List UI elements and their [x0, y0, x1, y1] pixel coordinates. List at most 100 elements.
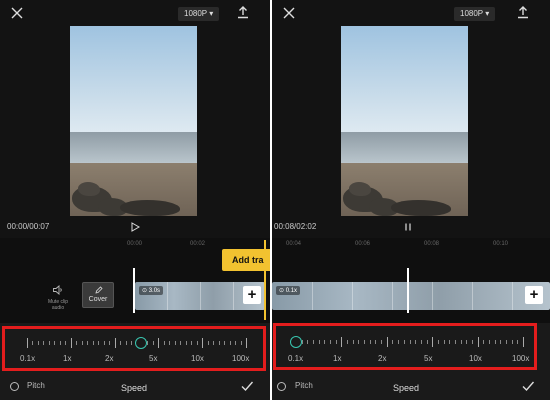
- resolution-button[interactable]: 1080P ▾: [454, 7, 496, 21]
- mute-clip-label: audio: [51, 305, 65, 311]
- add-clip-button[interactable]: +: [525, 286, 543, 304]
- slider-tick: [313, 340, 314, 344]
- video-preview[interactable]: [341, 26, 468, 216]
- ruler-mark: 00:02: [190, 241, 206, 247]
- slider-tick: [517, 340, 518, 344]
- speaker-icon[interactable]: [52, 284, 64, 296]
- slider-tick: [235, 341, 236, 345]
- ruler-mark: 00:06: [355, 241, 371, 247]
- speed-slider-knob[interactable]: [290, 336, 302, 348]
- top-bar: 1080P ▾: [0, 0, 270, 28]
- slider-tick: [164, 341, 165, 345]
- speed-label: 5x: [149, 354, 158, 363]
- cover-label: Cover: [88, 296, 108, 303]
- pause-icon[interactable]: [403, 222, 413, 232]
- resolution-button[interactable]: 1080P ▾: [178, 7, 220, 21]
- speed-slider-knob[interactable]: [135, 337, 147, 349]
- speed-label: 0.1x: [20, 354, 36, 363]
- speed-label: 1x: [333, 354, 342, 363]
- slider-tick: [523, 337, 524, 347]
- pencil-icon: [94, 286, 103, 294]
- video-clip[interactable]: ⊙ 0.1x: [272, 282, 550, 310]
- close-icon[interactable]: [10, 6, 24, 20]
- speed-label: 100x: [512, 354, 530, 363]
- checkmark-icon[interactable]: [240, 379, 254, 393]
- editor-panel-left: 1080P ▾ 00:00/00:07 00:00 00:02 Mute cli…: [0, 0, 270, 400]
- slider-tick: [76, 341, 77, 345]
- slider-tick: [427, 340, 428, 344]
- pitch-label[interactable]: Pitch: [27, 381, 45, 390]
- speed-label: 0.1x: [288, 354, 304, 363]
- pitch-label[interactable]: Pitch: [295, 381, 313, 390]
- slider-tick: [324, 340, 325, 344]
- radio-circle-icon[interactable]: [10, 382, 19, 391]
- slider-tick: [478, 337, 479, 347]
- slider-tick: [32, 341, 33, 345]
- timeline[interactable]: [272, 238, 550, 323]
- slider-tick: [438, 340, 439, 344]
- slider-tick: [353, 340, 354, 344]
- play-icon[interactable]: [130, 222, 140, 232]
- ruler-mark: 00:00: [127, 241, 143, 247]
- slider-tick: [224, 341, 225, 345]
- ruler-mark: 00:10: [493, 241, 509, 247]
- playhead[interactable]: [407, 268, 409, 313]
- cover-button[interactable]: Cover: [82, 282, 114, 308]
- slider-tick: [98, 341, 99, 345]
- slider-tick: [65, 341, 66, 345]
- speed-label: 10x: [191, 354, 204, 363]
- slider-tick: [208, 341, 209, 345]
- speed-label: 1x: [63, 354, 72, 363]
- speed-label: 10x: [469, 354, 482, 363]
- slider-tick: [415, 340, 416, 344]
- top-bar: 1080P ▾: [272, 0, 550, 28]
- playhead[interactable]: [133, 268, 135, 313]
- radio-circle-icon[interactable]: [277, 382, 286, 391]
- slider-tick: [82, 341, 83, 345]
- slider-tick: [375, 340, 376, 344]
- slider-tick: [87, 341, 88, 345]
- slider-tick: [27, 338, 28, 348]
- slider-tick: [147, 341, 148, 345]
- slider-tick: [93, 341, 94, 345]
- add-track-button[interactable]: Add tra: [222, 249, 270, 271]
- slider-tick: [449, 340, 450, 344]
- checkmark-icon[interactable]: [521, 379, 535, 393]
- slider-tick: [219, 341, 220, 345]
- slider-tick: [472, 340, 473, 344]
- add-clip-button[interactable]: +: [243, 286, 261, 304]
- video-preview[interactable]: [70, 26, 197, 216]
- slider-tick: [202, 338, 203, 348]
- export-icon[interactable]: [236, 5, 250, 19]
- slider-tick: [444, 340, 445, 344]
- slider-tick: [455, 340, 456, 344]
- slider-tick: [387, 337, 388, 347]
- playback-time: 00:08/02:02: [274, 222, 317, 231]
- speed-slider-highlight: [2, 326, 266, 371]
- editor-panel-right: 1080P ▾ 00:08/02:02 00:04 00:06 00:08 00…: [272, 0, 550, 400]
- panel-title: Speed: [393, 383, 420, 393]
- slider-tick: [120, 341, 121, 345]
- slider-tick: [71, 338, 72, 348]
- slider-tick: [246, 338, 247, 348]
- slider-tick: [302, 340, 303, 344]
- speed-slider[interactable]: [290, 336, 524, 348]
- slider-tick: [115, 338, 116, 348]
- slider-tick: [466, 340, 467, 344]
- slider-tick: [197, 341, 198, 345]
- slider-tick: [186, 341, 187, 345]
- clip-duration-badge: ⊙ 3.0s: [139, 286, 164, 295]
- close-icon[interactable]: [282, 6, 296, 20]
- slider-tick: [180, 341, 181, 345]
- slider-tick: [381, 340, 382, 344]
- speed-label: 100x: [232, 354, 250, 363]
- slider-tick: [54, 341, 55, 345]
- slider-tick: [191, 341, 192, 345]
- slider-tick: [230, 341, 231, 345]
- slider-tick: [483, 340, 484, 344]
- export-icon[interactable]: [516, 5, 530, 19]
- speed-slider[interactable]: [27, 337, 247, 349]
- slider-tick: [307, 340, 308, 344]
- ruler-mark: 00:04: [286, 241, 302, 247]
- slider-tick: [489, 340, 490, 344]
